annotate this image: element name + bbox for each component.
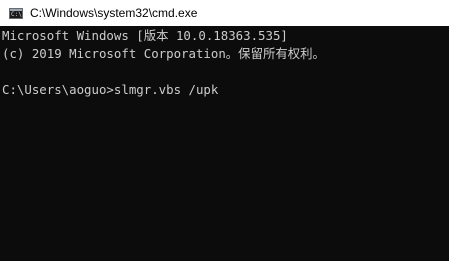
cmd-window: C:\ C:\Windows\system32\cmd.exe Microsof…	[0, 0, 449, 261]
cmd-console-icon: C:\	[9, 7, 23, 19]
console-line-copyright: (c) 2019 Microsoft Corporation。保留所有权利。	[2, 46, 325, 61]
title-bar[interactable]: C:\ C:\Windows\system32\cmd.exe	[0, 0, 449, 26]
window-title: C:\Windows\system32\cmd.exe	[30, 6, 198, 20]
console-line-version: Microsoft Windows [版本 10.0.18363.535]	[2, 28, 288, 43]
console-output[interactable]: Microsoft Windows [版本 10.0.18363.535] (c…	[0, 26, 449, 261]
console-line-command: C:\Users\aoguo>slmgr.vbs /upk	[2, 82, 219, 97]
console-icon-glyph: C:\	[11, 10, 22, 18]
